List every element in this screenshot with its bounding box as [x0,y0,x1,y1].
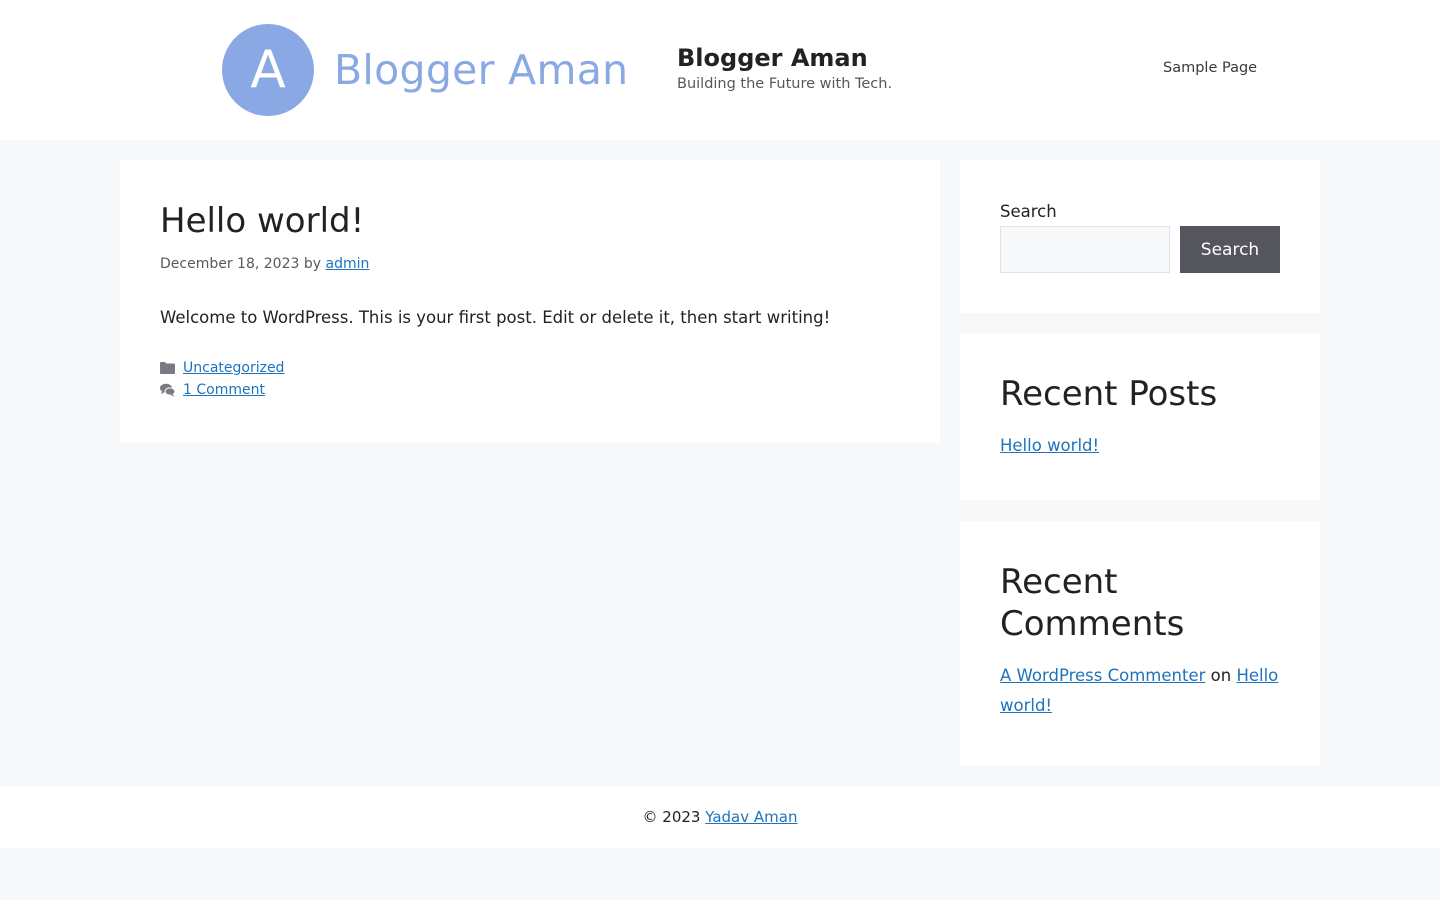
copyright-text: © 2023 [642,808,701,826]
logo-text: Blogger Aman [334,46,629,94]
list-item: Hello world! [1000,431,1280,461]
post-article: Hello world! December 18, 2023 by admin … [120,160,940,443]
recent-post-link[interactable]: Hello world! [1000,436,1099,455]
comments-icon [160,383,175,397]
post-by-label: by [303,256,322,272]
post-title: Hello world! [160,201,365,241]
post-author-link[interactable]: admin [325,256,369,272]
logo-circle-icon: A [222,24,314,116]
post-date: December 18, 2023 [160,256,300,272]
search-input[interactable] [1000,226,1170,273]
nav-item-sample-page[interactable]: Sample Page [1163,60,1257,76]
search-button[interactable]: Search [1180,226,1280,273]
site-branding: Blogger Aman Building the Future with Te… [677,43,892,92]
search-widget: Search Search [960,160,1320,313]
comment-on-label: on [1210,666,1232,685]
main-navigation: Sample Page [1163,60,1257,76]
list-item: A WordPress Commenter on Hello world! [1000,661,1280,721]
recent-comments-widget: Recent Comments A WordPress Commenter on… [960,521,1320,766]
post-content: Welcome to WordPress. This is your first… [160,308,831,327]
post-meta: December 18, 2023 by admin [160,256,900,272]
comments-link[interactable]: 1 Comment [183,379,265,401]
site-description: Building the Future with Tech. [677,76,893,92]
site-logo[interactable]: A Blogger Aman [222,24,628,116]
category-link[interactable]: Uncategorized [183,357,284,379]
site-footer: © 2023 Yadav Aman [0,786,1440,848]
recent-posts-widget: Recent Posts Hello world! [960,333,1320,500]
comment-author-link[interactable]: A WordPress Commenter [1000,666,1205,685]
recent-comments-title: Recent Comments [1000,562,1185,644]
site-header: A Blogger Aman Blogger Aman Building the… [0,0,1440,140]
footer-owner-link[interactable]: Yadav Aman [705,808,797,826]
site-title[interactable]: Blogger Aman [677,43,892,73]
post-footer: Uncategorized 1 Comment [160,357,900,401]
folder-icon [160,362,175,374]
search-label: Search [1000,202,1057,221]
recent-posts-title: Recent Posts [1000,374,1218,414]
